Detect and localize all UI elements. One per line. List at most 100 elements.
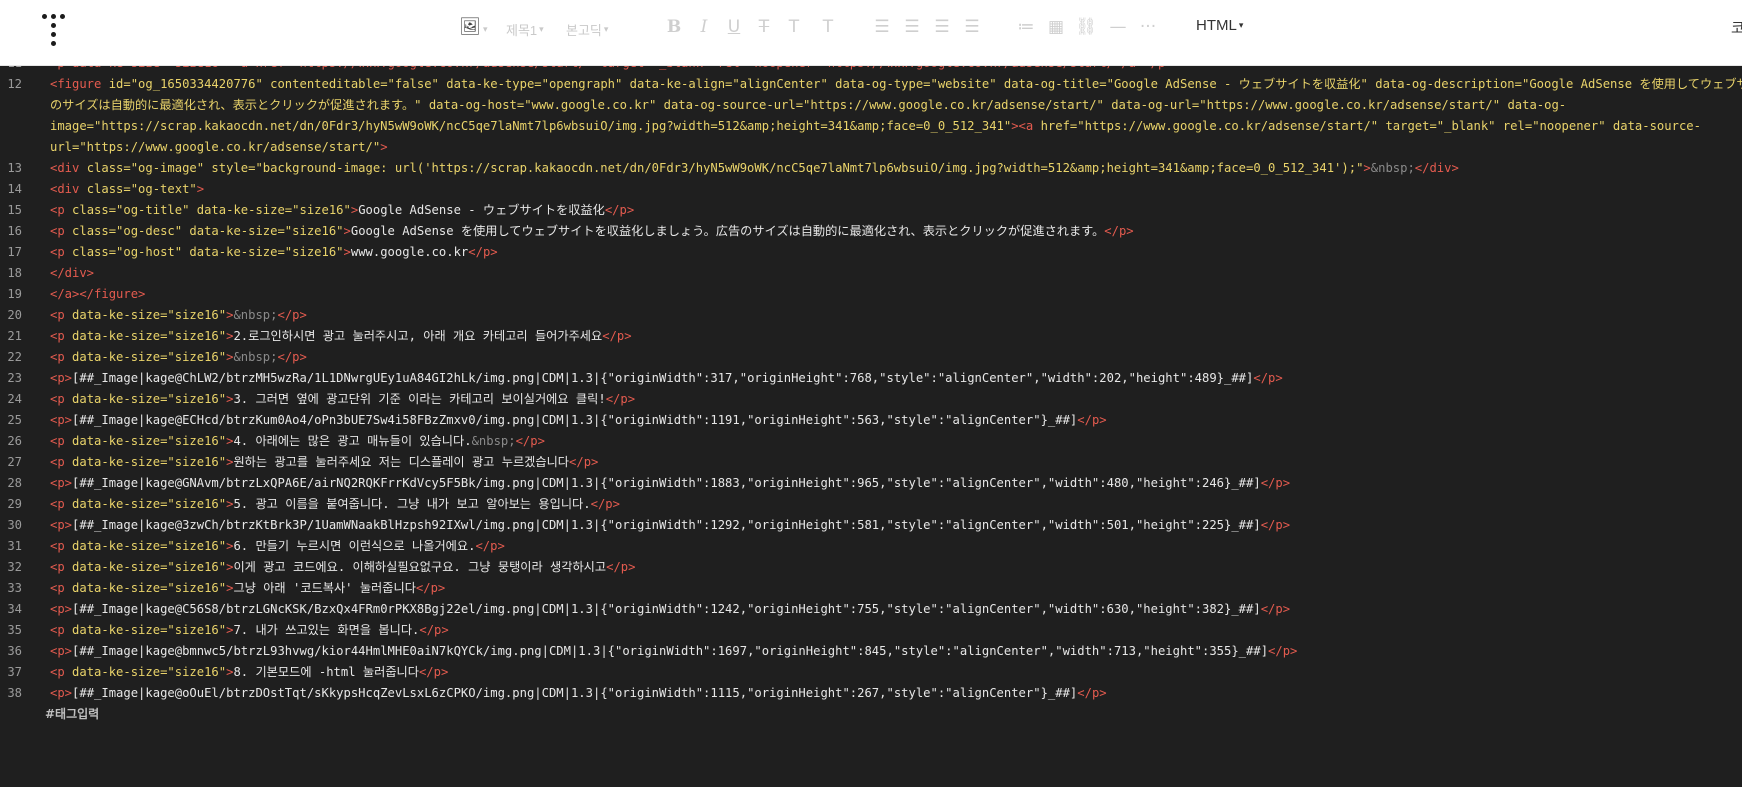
code-token: <p> [50,518,73,532]
code-text: </a></figure> [50,284,145,305]
code-token: </p> [606,560,636,574]
line-number: 33 [7,581,22,595]
font-select-label: 본고딕 [566,22,602,38]
code-token: <p> [50,413,73,427]
strikethrough-icon[interactable]: T [754,17,774,37]
code-token: </p> [1253,371,1283,385]
line-number: 24 [7,392,22,406]
line-number: 13 [7,161,22,175]
editor-mode-select[interactable]: HTML ▾ [1196,17,1243,34]
line-number: 26 [7,434,22,448]
line-number: 34 [7,602,22,616]
code-token: <p> [50,476,73,490]
code-token: ><a [1011,119,1041,133]
code-token: class="og-host" data-ke-size="size16" [72,245,344,259]
code-token: href="https://www.google.co.kr/adsense/s… [1040,119,1701,133]
underline-icon[interactable]: U [724,17,744,37]
code-text: <p data-ke-size="size16">그냥 아래 '코드복사' 눌러… [50,578,445,599]
code-token: class="og-title" data-ke-size="size16" [72,203,351,217]
code-token: &nbsp; [233,350,278,364]
toolbar-edge-text: 코 [1731,19,1742,37]
table-icon[interactable]: ▦ [1046,17,1066,37]
code-token: 4. 아래에는 많은 광고 매뉴들이 있습니다. [233,434,472,448]
code-text: <p class="og-desc" data-ke-size="size16"… [50,221,1134,242]
tag-input[interactable]: #태그입력 [45,705,99,722]
code-text: <p data-ke-size="size16">7. 내가 쓰고있는 화면을 … [50,620,449,641]
code-token: data-ke-size="size16" [72,350,227,364]
align-justify-icon[interactable]: ☰ [962,17,982,37]
code-token: </p> [1260,518,1291,532]
code-token: 원하는 광고를 눌러주세요 저는 디스플레이 광고 누르겠습니다 [233,455,570,469]
code-token: > [380,140,388,154]
chevron-down-icon: ▾ [1238,20,1244,30]
line-number: 19 [7,287,22,301]
heading-select[interactable]: 제목1 ▾ [506,18,544,40]
line-number: 18 [7,266,22,280]
code-text: <p data-ke-size="size16">&nbsp;</p> [50,305,307,326]
code-token: <p [50,623,73,637]
code-token: <p [50,203,73,217]
code-token: > [1363,161,1371,175]
code-text: </div> [50,263,94,284]
code-text: <p class="og-title" data-ke-size="size16… [50,200,634,221]
line-number: 20 [7,308,22,322]
align-right-icon[interactable]: ☰ [932,17,952,37]
code-token: </p> [1268,644,1298,658]
line-number: 31 [7,539,22,553]
code-token: 이게 광고 코드에요. 이해하실필요없구요. 그냥 뭉탱이라 생각하시고 [233,560,607,574]
code-token: <p> [50,644,73,658]
link-icon[interactable]: ⛓ [1075,17,1097,37]
code-token: <figure [50,77,109,91]
align-center-icon[interactable]: ☰ [902,17,922,37]
code-token: <div [50,182,87,196]
code-token: Google AdSense - ウェブサイトを収益化 [358,203,605,217]
code-token: <p [50,455,73,469]
list-icon[interactable]: ≔ [1016,17,1036,37]
tistory-logo[interactable] [42,12,74,46]
code-token: 6. 만들기 누르시면 이런식으로 나올거에요. [233,539,476,553]
image-icon[interactable]: 🖼 [459,17,481,37]
line-number: 32 [7,560,22,574]
code-token: data-ke-size="size16" [72,560,227,574]
font-select[interactable]: 본고딕 ▾ [566,18,608,40]
more-icon[interactable]: ··· [1138,17,1158,37]
line-number: 38 [7,686,22,700]
divider-icon[interactable]: — [1108,17,1128,37]
image-menu-caret[interactable]: ▾ [481,18,488,40]
align-left-icon[interactable]: ☰ [872,17,892,37]
code-text: url="https://www.google.co.kr/adsense/st… [50,137,388,158]
bold-icon[interactable]: B [664,17,684,37]
code-text: <p data-ke-size="size16">5. 광고 이름을 붙여줍니다… [50,494,620,515]
code-text: <div class="og-text"> [50,179,204,200]
text-bg-icon[interactable]: T [818,17,838,37]
code-token: <p [50,560,73,574]
code-token: &nbsp; [471,434,516,448]
code-token: 7. 내가 쓰고있는 화면을 봅니다. [233,623,420,637]
code-text: <p data-ke-size="size16">&nbsp;</p> [50,347,307,368]
code-text: <p data-ke-size="size16">4. 아래에는 많은 광고 매… [50,431,545,452]
code-token: </p> [468,245,498,259]
code-token: 8. 기본모드에 -html 눌러줍니다 [233,665,419,679]
code-token: <div [50,161,87,175]
code-token: &nbsp; [1370,161,1415,175]
code-token: のサイズは自動的に最適化され、表示とクリックが促進されます。" data-og-… [50,98,1567,112]
code-text: image="https://scrap.kakaocdn.net/dn/0Fd… [50,116,1701,137]
html-code-editor[interactable]: 11<p data-ke-size="size16"><a href="http… [0,66,1742,787]
code-token: data-ke-size="size16" [72,623,227,637]
code-token: <p [50,434,73,448]
code-token: 그냥 아래 '코드복사' 눌러줍니다 [233,581,416,595]
text-color-icon[interactable]: T [784,17,804,37]
code-token: <p [50,581,73,595]
code-token: </p> [418,665,449,679]
code-token: [##_Image|kage@oOuEl/btrzDOstTqt/sKkypsH… [72,686,1078,700]
italic-icon[interactable]: I [694,17,714,37]
code-token: <p> [50,686,73,700]
code-token: </p> [419,623,449,637]
line-number: 16 [7,224,22,238]
code-token: [##_Image|kage@C56S8/btrzLGNcKSK/BzxQx4F… [72,602,1261,616]
line-number: 12 [7,77,22,91]
code-token: [##_Image|kage@ChLW2/btrzMH5wzRa/1L1DNwr… [72,371,1254,385]
code-token: <p [50,392,73,406]
code-text: <p data-ke-size="size16"><a href="https:… [50,66,1173,74]
code-token: data-ke-size="size16" [72,497,227,511]
